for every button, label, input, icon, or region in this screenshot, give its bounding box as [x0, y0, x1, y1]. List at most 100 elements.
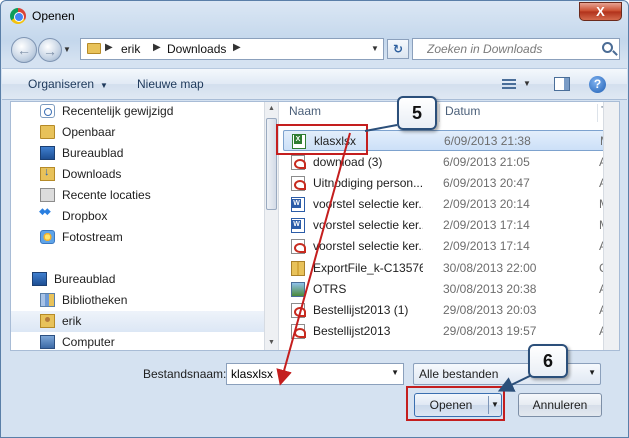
refresh-button[interactable]: ↻	[387, 39, 409, 59]
scroll-down-icon[interactable]: ▼	[265, 336, 278, 350]
search-box[interactable]	[412, 38, 620, 60]
search-input[interactable]	[413, 39, 597, 59]
new-folder-button[interactable]: Nieuwe map	[137, 77, 204, 91]
file-date: 2/09/2013 17:14	[443, 218, 530, 232]
chevron-down-icon: ▼	[588, 368, 596, 377]
highlight-selected-file	[276, 124, 368, 155]
nav-item-label: Fotostream	[62, 230, 123, 244]
recent-icon	[40, 104, 55, 118]
zip-icon	[291, 261, 305, 276]
word-icon	[291, 197, 305, 212]
search-icon[interactable]	[602, 42, 613, 53]
step-badge-5: 5	[397, 96, 437, 130]
nav-item-openbaar[interactable]: Openbaar	[11, 122, 264, 143]
breadcrumb-erik[interactable]: erik	[121, 42, 140, 56]
breadcrumb-arrow-icon[interactable]: ▶	[233, 42, 241, 53]
file-date: 30/08/2013 22:00	[443, 261, 537, 275]
file-date: 6/09/2013 21:38	[444, 134, 531, 148]
file-row[interactable]: voorstel selectie ker... 2/09/2013 17:14…	[283, 236, 613, 257]
nav-item-bureaublad-root[interactable]: Bureaublad	[11, 269, 264, 290]
recent-pages-dropdown[interactable]: ▼	[63, 45, 71, 54]
filetype-select[interactable]: Alle bestanden ▼	[413, 363, 601, 385]
file-name: voorstel selectie ker...	[313, 197, 423, 211]
photostream-icon	[40, 230, 55, 244]
file-row[interactable]: ExportFile_k-C13576... 30/08/2013 22:00 …	[283, 258, 613, 279]
close-button[interactable]: X	[579, 2, 622, 21]
recent-places-icon	[40, 188, 55, 202]
command-bar: Organiseren ▼ Nieuwe map ▼ ?	[2, 68, 627, 100]
step-badge-6: 6	[528, 344, 568, 378]
column-header-name[interactable]: Naam	[289, 104, 321, 122]
computer-icon	[40, 335, 55, 349]
nav-item-bibliotheken[interactable]: Bibliotheken	[11, 290, 264, 311]
highlight-open-button	[406, 386, 505, 421]
file-name: Uitnodiging person...	[313, 176, 423, 190]
pdf-icon	[291, 239, 306, 254]
view-options-icon[interactable]	[502, 79, 516, 90]
nav-item-label: Bureaublad	[62, 146, 124, 160]
file-row[interactable]: OTRS 30/08/2013 20:38 A	[283, 279, 613, 300]
file-row[interactable]: Uitnodiging person... 6/09/2013 20:47 A	[283, 173, 613, 194]
nav-item-label: Recentelijk gewijzigd	[62, 104, 174, 118]
file-date: 29/08/2013 20:03	[443, 303, 537, 317]
breadcrumb-arrow-icon[interactable]: ▶	[153, 42, 161, 53]
file-name: Bestellijst2013 (1)	[313, 303, 409, 317]
column-separator[interactable]	[597, 104, 598, 122]
filename-input[interactable]	[227, 364, 387, 384]
nav-item-erik[interactable]: erik	[11, 311, 264, 332]
nav-item-computer[interactable]: Computer	[11, 332, 264, 350]
filename-combobox[interactable]: ▼	[226, 363, 404, 385]
pdf-icon	[291, 176, 306, 191]
column-header-date[interactable]: Datum	[445, 104, 480, 122]
forward-arrow-icon: →	[43, 43, 57, 59]
back-button[interactable]: ←	[11, 37, 37, 63]
cancel-button[interactable]: Annuleren	[518, 393, 602, 417]
nav-item-recent-places[interactable]: Recente locaties	[11, 185, 264, 206]
file-name: voorstel selectie ker...	[313, 239, 423, 253]
downloads-icon	[40, 166, 55, 181]
folder-icon	[40, 125, 55, 139]
file-list-scrollbar[interactable]	[603, 102, 619, 350]
nav-item-label: Bureaublad	[54, 272, 116, 286]
file-row[interactable]: voorstel selectie ker... 2/09/2013 17:14…	[283, 215, 613, 236]
organize-menu[interactable]: Organiseren ▼	[28, 77, 108, 91]
nav-item-label: Dropbox	[62, 209, 108, 223]
file-row[interactable]: voorstel selectie ker... 2/09/2013 20:14…	[283, 194, 613, 215]
column-separator[interactable]	[439, 104, 440, 122]
filetype-value: Alle bestanden	[419, 367, 499, 381]
chrome-icon	[10, 8, 26, 24]
help-icon[interactable]: ?	[589, 76, 606, 93]
filename-label: Bestandsnaam:	[143, 367, 227, 381]
pdf-icon	[291, 303, 306, 318]
nav-item-downloads[interactable]: Downloads	[11, 164, 264, 185]
desktop-icon	[40, 146, 55, 160]
preview-pane-icon[interactable]	[554, 77, 570, 91]
nav-item-fotostream[interactable]: Fotostream	[11, 227, 264, 248]
word-icon	[291, 218, 305, 233]
scroll-up-icon[interactable]: ▲	[265, 102, 278, 116]
nav-item-label: Openbaar	[62, 125, 116, 139]
file-date: 6/09/2013 21:05	[443, 155, 530, 169]
breadcrumb-downloads[interactable]: Downloads	[167, 42, 226, 56]
file-row[interactable]: Bestellijst2013 29/08/2013 19:57 A	[283, 321, 613, 342]
file-row[interactable]: download (3) 6/09/2013 21:05 A	[283, 152, 613, 173]
nav-item-bureaublad[interactable]: Bureaublad	[11, 143, 264, 164]
nav-item-label: erik	[62, 314, 82, 328]
nav-item-label: Computer	[62, 335, 115, 349]
file-name: ExportFile_k-C13576...	[313, 261, 423, 275]
nav-item-recent[interactable]: Recentelijk gewijzigd	[11, 102, 264, 122]
chevron-down-icon[interactable]: ▼	[391, 368, 399, 377]
file-date: 30/08/2013 20:38	[443, 282, 537, 296]
forward-button[interactable]: →	[38, 38, 62, 62]
address-bar[interactable]: ▶ erik ▶ Downloads ▶	[80, 38, 384, 60]
nav-item-dropbox[interactable]: Dropbox	[11, 206, 264, 227]
address-dropdown[interactable]: ▼	[368, 39, 382, 59]
breadcrumb-arrow-icon[interactable]: ▶	[105, 42, 113, 53]
libraries-icon	[40, 293, 55, 307]
user-folder-icon	[40, 314, 55, 328]
view-options-dropdown[interactable]: ▼	[523, 79, 531, 88]
file-date: 2/09/2013 17:14	[443, 239, 530, 253]
desktop-icon	[32, 272, 47, 286]
dropbox-icon	[39, 206, 55, 223]
file-row[interactable]: Bestellijst2013 (1) 29/08/2013 20:03 A	[283, 300, 613, 321]
